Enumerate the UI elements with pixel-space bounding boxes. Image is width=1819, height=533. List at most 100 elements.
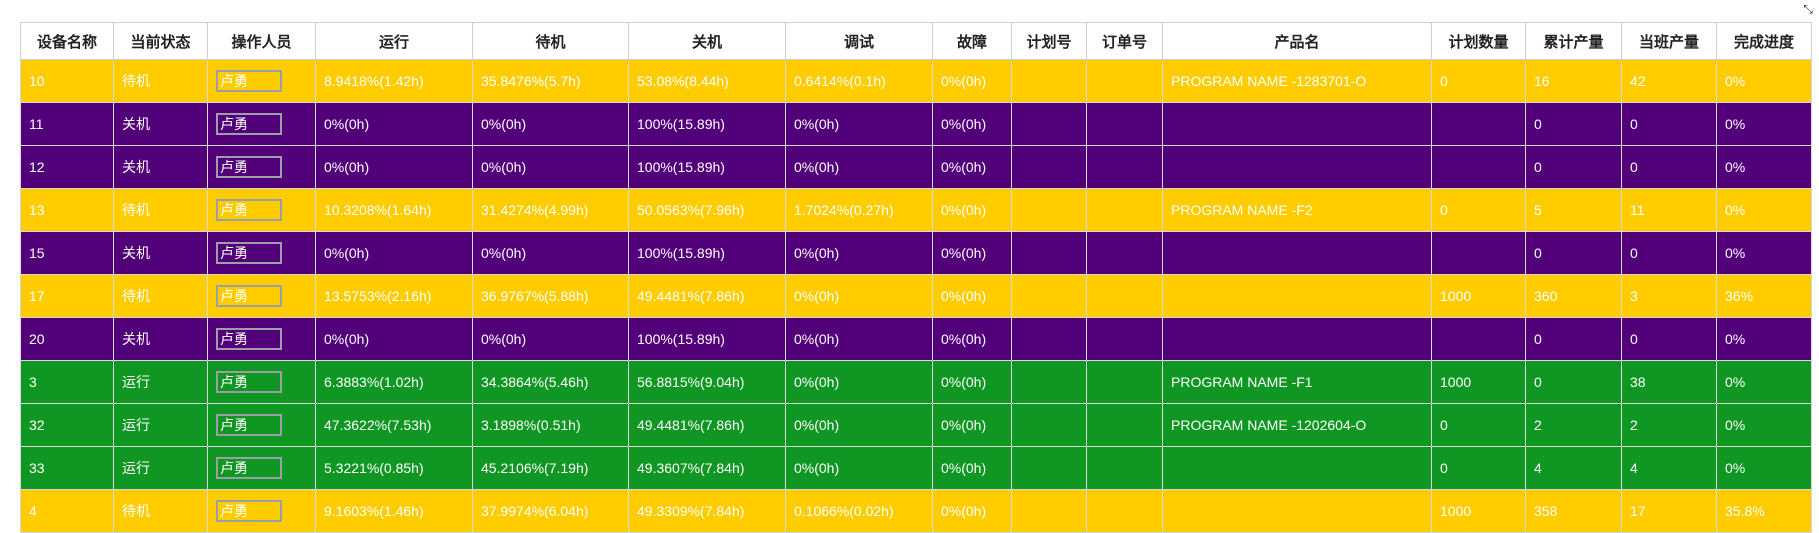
cell-total-output: 5 bbox=[1525, 188, 1622, 232]
cell-standby: 0%(0h) bbox=[472, 145, 629, 189]
operator-input[interactable] bbox=[216, 70, 282, 92]
column-header-product-name[interactable]: 产品名 bbox=[1162, 22, 1432, 60]
cell-current-status: 待机 bbox=[113, 274, 208, 318]
table-row[interactable]: 11关机0%(0h)0%(0h)100%(15.89h)0%(0h)0%(0h)… bbox=[20, 102, 1812, 146]
column-header-current-status[interactable]: 当前状态 bbox=[113, 22, 208, 60]
operator-input[interactable] bbox=[216, 285, 282, 307]
cell-debug: 0%(0h) bbox=[785, 446, 933, 490]
operator-input[interactable] bbox=[216, 242, 282, 264]
cell-shutdown: 49.3309%(7.84h) bbox=[628, 489, 786, 533]
cell-plan-quantity: 1000 bbox=[1431, 360, 1526, 404]
cell-run: 0%(0h) bbox=[315, 102, 473, 146]
cell-operator bbox=[207, 446, 316, 490]
cell-total-output: 0 bbox=[1525, 317, 1622, 361]
cell-current-status: 运行 bbox=[113, 446, 208, 490]
operator-input[interactable] bbox=[216, 113, 282, 135]
cell-device-name: 15 bbox=[20, 231, 114, 275]
column-header-plan-no[interactable]: 计划号 bbox=[1011, 22, 1087, 60]
cell-product-name bbox=[1162, 145, 1432, 189]
table-row[interactable]: 17待机 13.5753%(2.16h)36.9767%(5.88h)49.448… bbox=[20, 274, 1812, 318]
cell-total-output: 2 bbox=[1525, 403, 1622, 447]
cell-product-name bbox=[1162, 102, 1432, 146]
cell-completion-progress: 0% bbox=[1716, 446, 1812, 490]
cell-completion-progress: 0% bbox=[1716, 102, 1812, 146]
operator-input[interactable] bbox=[216, 500, 282, 522]
cell-completion-progress: 0% bbox=[1716, 145, 1812, 189]
cell-run: 0%(0h) bbox=[315, 231, 473, 275]
table-row[interactable]: 32运行 47.3622%(7.53h)3.1898%(0.51h)49.4481… bbox=[20, 403, 1812, 447]
cell-fault: 0%(0h) bbox=[932, 102, 1012, 146]
cell-run: 47.3622%(7.53h) bbox=[315, 403, 473, 447]
cell-total-output: 360 bbox=[1525, 274, 1622, 318]
column-header-total-output[interactable]: 累计产量 bbox=[1525, 22, 1622, 60]
table-row[interactable]: 20关机0%(0h)0%(0h)100%(15.89h)0%(0h)0%(0h)… bbox=[20, 317, 1812, 361]
table-row[interactable]: 13待机 10.3208%(1.64h)31.4274%(4.99h)50.056… bbox=[20, 188, 1812, 232]
cell-plan-no bbox=[1011, 231, 1087, 275]
cell-completion-progress: 36% bbox=[1716, 274, 1812, 318]
operator-input[interactable] bbox=[216, 328, 282, 350]
operator-input[interactable] bbox=[216, 371, 282, 393]
column-header-plan-quantity[interactable]: 计划数量 bbox=[1431, 22, 1526, 60]
cell-debug: 0.1066%(0.02h) bbox=[785, 489, 933, 533]
cell-shift-output: 4 bbox=[1621, 446, 1717, 490]
cell-run: 0%(0h) bbox=[315, 317, 473, 361]
expand-icon[interactable]: ⤡ bbox=[1799, 2, 1817, 16]
cell-device-name: 4 bbox=[20, 489, 114, 533]
column-header-debug[interactable]: 调试 bbox=[785, 22, 933, 60]
cell-plan-quantity: 0 bbox=[1431, 59, 1526, 103]
cell-plan-no bbox=[1011, 188, 1087, 232]
cell-operator bbox=[207, 403, 316, 447]
cell-run: 13.5753%(2.16h) bbox=[315, 274, 473, 318]
table-row[interactable]: 33运行 5.3221%(0.85h)45.2106%(7.19h)49.3607… bbox=[20, 446, 1812, 490]
operator-input[interactable] bbox=[216, 414, 282, 436]
operator-input[interactable] bbox=[216, 156, 282, 178]
cell-device-name: 13 bbox=[20, 188, 114, 232]
cell-completion-progress: 0% bbox=[1716, 231, 1812, 275]
cell-current-status: 关机 bbox=[113, 145, 208, 189]
cell-completion-progress: 0% bbox=[1716, 403, 1812, 447]
cell-plan-no bbox=[1011, 403, 1087, 447]
cell-current-status: 运行 bbox=[113, 403, 208, 447]
cell-plan-quantity: 1000 bbox=[1431, 489, 1526, 533]
column-header-shift-output[interactable]: 当班产量 bbox=[1621, 22, 1717, 60]
cell-device-name: 32 bbox=[20, 403, 114, 447]
column-header-order-no[interactable]: 订单号 bbox=[1086, 22, 1163, 60]
cell-standby: 31.4274%(4.99h) bbox=[472, 188, 629, 232]
operator-input[interactable] bbox=[216, 457, 282, 479]
cell-shift-output: 0 bbox=[1621, 231, 1717, 275]
cell-total-output: 0 bbox=[1525, 360, 1622, 404]
cell-completion-progress: 0% bbox=[1716, 188, 1812, 232]
cell-plan-no bbox=[1011, 145, 1087, 189]
table-row[interactable]: 3运行 6.3883%(1.02h)34.3864%(5.46h)56.8815%… bbox=[20, 360, 1812, 404]
cell-plan-quantity: 0 bbox=[1431, 446, 1526, 490]
column-header-standby[interactable]: 待机 bbox=[472, 22, 629, 60]
column-header-completion-progress[interactable]: 完成进度 bbox=[1716, 22, 1812, 60]
column-header-operator[interactable]: 操作人员 bbox=[207, 22, 316, 60]
cell-product-name bbox=[1162, 317, 1432, 361]
cell-total-output: 16 bbox=[1525, 59, 1622, 103]
cell-current-status: 待机 bbox=[113, 489, 208, 533]
cell-current-status: 关机 bbox=[113, 231, 208, 275]
cell-current-status: 待机 bbox=[113, 188, 208, 232]
table-row[interactable]: 15关机0%(0h)0%(0h)100%(15.89h)0%(0h)0%(0h)… bbox=[20, 231, 1812, 275]
table-row[interactable]: 4待机 9.1603%(1.46h)37.9974%(6.04h)49.3309%… bbox=[20, 489, 1812, 533]
cell-operator bbox=[207, 102, 316, 146]
column-header-device-name[interactable]: 设备名称 bbox=[20, 22, 114, 60]
cell-plan-quantity bbox=[1431, 317, 1526, 361]
cell-plan-quantity: 1000 bbox=[1431, 274, 1526, 318]
cell-operator bbox=[207, 145, 316, 189]
column-header-shutdown[interactable]: 关机 bbox=[628, 22, 786, 60]
cell-shutdown: 49.4481%(7.86h) bbox=[628, 274, 786, 318]
cell-product-name: PROGRAM NAME -1283701-O bbox=[1162, 59, 1432, 103]
column-header-run[interactable]: 运行 bbox=[315, 22, 473, 60]
cell-shift-output: 42 bbox=[1621, 59, 1717, 103]
table-row[interactable]: 10待机 8.9418%(1.42h)35.8476%(5.7h)53.08%(8… bbox=[20, 59, 1812, 103]
cell-operator bbox=[207, 360, 316, 404]
cell-shutdown: 49.4481%(7.86h) bbox=[628, 403, 786, 447]
cell-order-no bbox=[1086, 360, 1163, 404]
cell-shift-output: 2 bbox=[1621, 403, 1717, 447]
table-row[interactable]: 12关机0%(0h)0%(0h)100%(15.89h)0%(0h)0%(0h)… bbox=[20, 145, 1812, 189]
operator-input[interactable] bbox=[216, 199, 282, 221]
cell-product-name: PROGRAM NAME -F1 bbox=[1162, 360, 1432, 404]
column-header-fault[interactable]: 故障 bbox=[932, 22, 1012, 60]
